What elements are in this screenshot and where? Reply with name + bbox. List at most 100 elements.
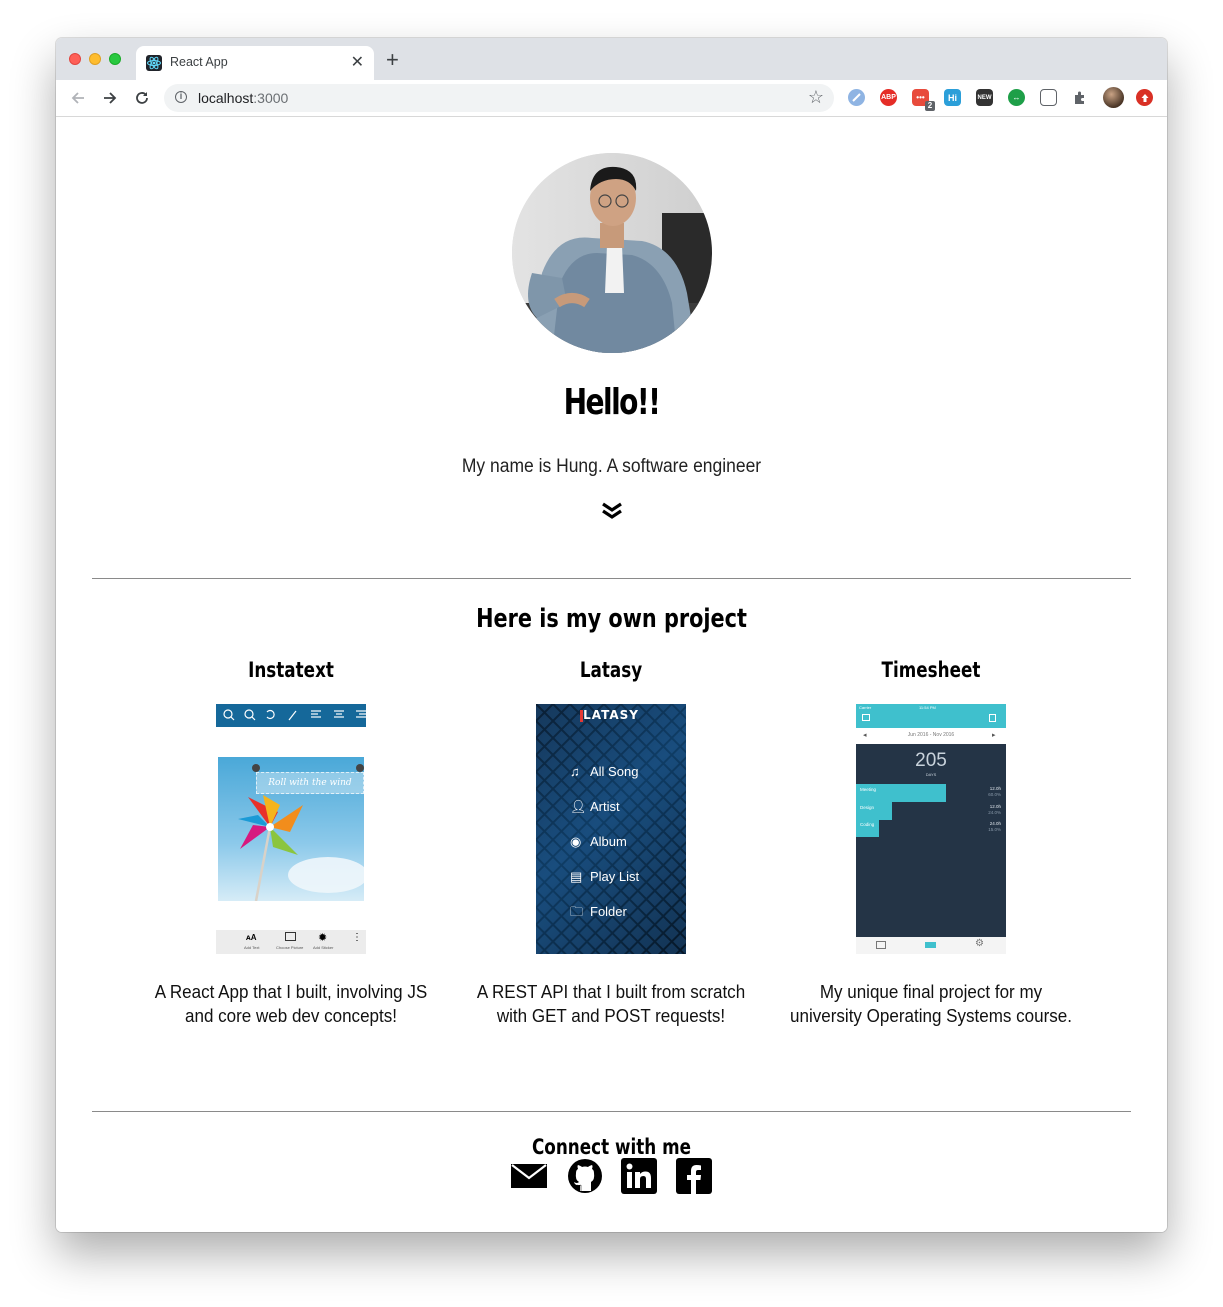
forward-arrow-icon	[104, 92, 117, 104]
badge-count: 2	[925, 101, 935, 111]
list-icon: ▤	[570, 869, 583, 884]
extensions-puzzle-icon[interactable]	[1072, 89, 1089, 106]
settings-tab-icon: ⚙	[975, 938, 984, 949]
total-days: 205	[915, 750, 947, 771]
capture-icon[interactable]	[1040, 89, 1057, 106]
project-description: A React App that I built, involving JS a…	[154, 981, 428, 1026]
total-days-unit: DAYS	[925, 772, 937, 777]
menu-item-play-list: ▤ Play List	[570, 859, 639, 894]
address-bar[interactable]: i localhost:3000 ☆	[164, 84, 834, 112]
menu-item-all-song: ♫ All Song	[570, 754, 639, 789]
close-window-button[interactable]	[69, 53, 81, 65]
latasy-screenshot[interactable]: LATASY ♫ All Song 👤︎ Artist ◉ Album ▤ Play L…	[536, 704, 686, 954]
timesheet-bar-meeting: Meeting	[856, 784, 946, 802]
timesheet-date-bar: ◂ Jun 2016 - Nov 2016 ▸	[856, 728, 1006, 744]
react-favicon-icon	[146, 55, 162, 71]
person-icon: 👤︎	[570, 799, 587, 814]
folder-icon: 🗀︎	[570, 904, 584, 919]
facebook-icon[interactable]	[676, 1158, 712, 1194]
new-extension-icon[interactable]: NEW	[976, 89, 993, 106]
hero-greeting: Hello!!	[563, 382, 661, 423]
timesheet-bar-percent: 60.0%	[988, 792, 1001, 797]
status-time: 11:54 PM	[919, 705, 936, 710]
menu-item-folder: 🗀︎ Folder	[570, 894, 639, 929]
date-range: Jun 2016 - Nov 2016	[907, 732, 955, 738]
back-arrow-icon	[71, 92, 84, 104]
chevron-double-down-icon[interactable]	[601, 502, 623, 522]
latasy-menu: ♫ All Song 👤︎ Artist ◉ Album ▤ Play List 🗀︎ F…	[570, 754, 639, 929]
latasy-logo: LATASY	[583, 708, 639, 722]
tab-bar: React App ✕ +	[56, 38, 1167, 80]
minimize-window-button[interactable]	[89, 53, 101, 65]
forward-button[interactable]	[98, 86, 122, 110]
project-description: A REST API that I built from scratch wit…	[476, 981, 746, 1026]
github-icon[interactable]	[567, 1158, 603, 1194]
project-title: Timesheet	[881, 658, 981, 682]
url-text: localhost:3000	[198, 90, 289, 106]
share-icon	[989, 714, 996, 722]
section-divider	[92, 578, 1131, 579]
tab-react-app[interactable]: React App ✕	[136, 46, 374, 80]
disc-icon: ◉	[570, 834, 582, 849]
remove-overlay-icon	[252, 764, 260, 772]
instatext-screenshot[interactable]: Roll with the wind ᴀA ✹ ⋮ Add Text Choos…	[216, 704, 366, 954]
update-icon[interactable]	[1136, 89, 1153, 106]
timesheet-bar-coding: Coding	[856, 819, 879, 837]
music-note-icon: ♫	[570, 764, 580, 779]
email-icon[interactable]	[511, 1158, 547, 1194]
instatext-photo: Roll with the wind	[218, 757, 366, 902]
new-tab-button[interactable]: +	[386, 49, 399, 71]
more-options-icon: ⋮	[352, 932, 362, 943]
add-text-label: Add Text	[244, 945, 260, 950]
timesheet-bar-label: Coding	[860, 822, 875, 827]
latasy-logo-accent	[580, 710, 583, 722]
choose-picture-icon	[285, 932, 296, 941]
web-page: Hello!! My name is Hung. A software engi…	[56, 117, 1167, 1232]
share-extension-icon[interactable]: ↔	[1008, 89, 1025, 106]
reload-icon	[136, 92, 148, 104]
project-title: Instatext	[248, 658, 334, 682]
menu-item-album: ◉ Album	[570, 824, 639, 859]
back-button[interactable]	[66, 86, 90, 110]
add-sticker-label: Add Sticker	[313, 945, 334, 950]
projects-heading: Here is my own project	[476, 604, 747, 634]
project-description: My unique final project for my universit…	[790, 981, 1072, 1026]
calendar-tab-icon	[876, 941, 886, 949]
timesheet-bar-label: Meeting	[860, 787, 877, 792]
menu-item-artist: 👤︎ Artist	[570, 789, 639, 824]
add-text-icon: ᴀA	[246, 933, 257, 942]
linkedin-icon[interactable]	[621, 1158, 657, 1194]
choose-picture-label: Choose Picture	[276, 945, 304, 950]
hero-intro: My name is Hung. A software engineer	[461, 456, 762, 477]
reload-button[interactable]	[130, 86, 154, 110]
tab-close-icon[interactable]: ✕	[351, 52, 364, 72]
project-title: Latasy	[579, 658, 643, 682]
profile-photo	[512, 153, 712, 353]
rotate-overlay-icon	[356, 764, 364, 772]
add-sticker-icon: ✹	[318, 932, 328, 944]
timesheet-screenshot[interactable]: Carrier 11:54 PM ◂ Jun 2016 - Nov 2016 ▸…	[856, 704, 1006, 954]
next-icon: ▸	[992, 732, 996, 739]
adblock-plus-icon[interactable]: ABP	[880, 89, 897, 106]
connect-heading: Connect with me	[531, 1135, 692, 1159]
todo-extension-icon[interactable]: ••• 2	[912, 89, 935, 111]
browser-window: React App ✕ + i localhost:3000 ☆ ABP •••…	[56, 38, 1167, 1232]
timesheet-tabbar: ⚙	[856, 937, 1006, 954]
instatext-toolbar	[216, 704, 366, 727]
overlay-text: Roll with the wind	[256, 772, 364, 794]
bookmark-star-icon[interactable]: ☆	[808, 87, 824, 108]
timesheet-bar-design: Design	[856, 802, 892, 820]
reader-icon[interactable]	[848, 89, 865, 106]
site-info-icon[interactable]: i	[175, 91, 187, 103]
zoom-window-button[interactable]	[109, 53, 121, 65]
project-card-timesheet: Timesheet Carrier 11:54 PM ◂ Jun 2016 - …	[771, 658, 1091, 1028]
profile-avatar[interactable]	[1103, 87, 1124, 108]
browser-toolbar: i localhost:3000 ☆ ABP ••• 2 Hi NEW ↔	[56, 80, 1167, 117]
project-card-latasy: Latasy LATASY ♫ All Song 👤︎ Artist ◉ Alb…	[451, 658, 771, 1028]
hi-icon[interactable]: Hi	[944, 89, 961, 106]
timesheet-bar-hours: 24.0h	[989, 821, 1001, 826]
tab-title: React App	[170, 55, 228, 69]
timesheet-bar-percent: 15.0%	[988, 827, 1001, 832]
timesheet-header: Carrier 11:54 PM	[856, 704, 1006, 728]
status-carrier: Carrier	[859, 705, 872, 710]
